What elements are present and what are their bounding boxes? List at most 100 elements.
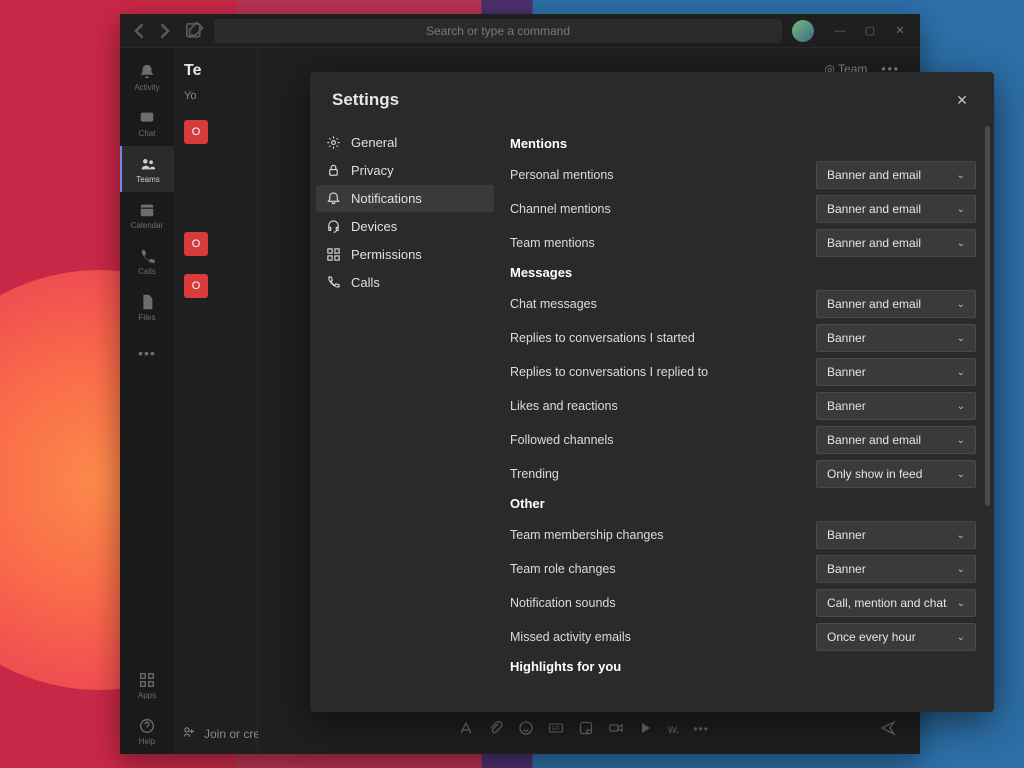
chevron-down-icon: ⌄	[957, 333, 965, 344]
team-list-panel: Te Yo O O O Join or create a team	[174, 48, 258, 754]
attach-icon[interactable]	[488, 720, 504, 739]
nav-calls[interactable]: Calls	[316, 269, 494, 296]
select-trending[interactable]: Only show in feed⌄	[816, 460, 976, 488]
rail-chat[interactable]: Chat	[120, 100, 174, 146]
chevron-down-icon: ⌄	[957, 564, 965, 575]
send-icon[interactable]	[880, 720, 896, 739]
window-close-button[interactable]: ✕	[886, 21, 914, 41]
select-membership-changes[interactable]: Banner⌄	[816, 521, 976, 549]
section-other-title: Other	[510, 496, 976, 511]
row-label: Chat messages	[510, 297, 597, 311]
select-role-changes[interactable]: Banner⌄	[816, 555, 976, 583]
rail-apps[interactable]: Apps	[120, 662, 174, 708]
format-icon[interactable]	[458, 720, 474, 739]
select-notification-sounds[interactable]: Call, mention and chat⌄	[816, 589, 976, 617]
lock-icon	[326, 163, 341, 178]
rail-calls[interactable]: Calls	[120, 238, 174, 284]
svg-text:GIF: GIF	[552, 726, 560, 732]
search-input[interactable]: Search or type a command	[214, 19, 782, 43]
select-team-mentions[interactable]: Banner and email⌄	[816, 229, 976, 257]
settings-content: Mentions Personal mentions Banner and em…	[500, 118, 994, 712]
row-role-changes: Team role changes Banner⌄	[510, 555, 976, 583]
row-label: Likes and reactions	[510, 399, 618, 413]
meet-icon[interactable]	[608, 720, 624, 739]
file-icon	[138, 293, 156, 311]
nav-back-button[interactable]	[130, 21, 150, 41]
select-missed-emails[interactable]: Once every hour⌄	[816, 623, 976, 651]
wiki-icon[interactable]: w.	[668, 722, 679, 736]
rail-label: Chat	[139, 129, 156, 138]
row-label: Personal mentions	[510, 168, 614, 182]
bell-icon	[138, 63, 156, 81]
team-chip[interactable]: O	[184, 232, 208, 256]
teams-window: Search or type a command — ▢ ✕ Activity …	[120, 14, 920, 754]
nav-forward-button[interactable]	[154, 21, 174, 41]
compose-icon[interactable]	[184, 21, 204, 41]
select-likes[interactable]: Banner⌄	[816, 392, 976, 420]
nav-general[interactable]: General	[316, 129, 494, 156]
section-messages-title: Messages	[510, 265, 976, 280]
row-team-mentions: Team mentions Banner and email⌄	[510, 229, 976, 257]
row-label: Team membership changes	[510, 528, 664, 542]
rail-label: Apps	[138, 691, 156, 700]
bell-icon	[326, 191, 341, 206]
row-label: Replies to conversations I replied to	[510, 365, 708, 379]
row-missed-emails: Missed activity emails Once every hour⌄	[510, 623, 976, 651]
nav-label: Notifications	[351, 191, 422, 206]
select-replies-replied[interactable]: Banner⌄	[816, 358, 976, 386]
search-placeholder: Search or type a command	[426, 24, 570, 38]
gif-icon[interactable]: GIF	[548, 720, 564, 739]
select-followed-channels[interactable]: Banner and email⌄	[816, 426, 976, 454]
chevron-down-icon: ⌄	[957, 598, 965, 609]
rail-help[interactable]: Help	[120, 708, 174, 754]
row-label: Channel mentions	[510, 202, 611, 216]
headset-icon	[326, 219, 341, 234]
row-followed-channels: Followed channels Banner and email⌄	[510, 426, 976, 454]
nav-permissions[interactable]: Permissions	[316, 241, 494, 268]
emoji-icon[interactable]	[518, 720, 534, 739]
calendar-icon	[138, 201, 156, 219]
select-channel-mentions[interactable]: Banner and email⌄	[816, 195, 976, 223]
stream-icon[interactable]	[638, 720, 654, 739]
chevron-down-icon: ⌄	[957, 170, 965, 181]
row-label: Trending	[510, 467, 559, 481]
row-label: Team mentions	[510, 236, 595, 250]
sticker-icon[interactable]	[578, 720, 594, 739]
rail-label: Teams	[136, 175, 160, 184]
join-team-icon[interactable]	[182, 725, 196, 742]
chevron-down-icon: ⌄	[957, 401, 965, 412]
section-highlights-title: Highlights for you	[510, 659, 976, 674]
apps-icon	[138, 671, 156, 689]
team-chip[interactable]: O	[184, 120, 208, 144]
scrollbar[interactable]	[984, 126, 990, 704]
team-chip[interactable]: O	[184, 274, 208, 298]
row-personal-mentions: Personal mentions Banner and email⌄	[510, 161, 976, 189]
chevron-down-icon: ⌄	[957, 469, 965, 480]
composer-more-icon[interactable]: •••	[693, 722, 709, 736]
phone-icon	[138, 247, 156, 265]
nav-notifications[interactable]: Notifications	[316, 185, 494, 212]
row-label: Missed activity emails	[510, 630, 631, 644]
select-replies-started[interactable]: Banner⌄	[816, 324, 976, 352]
dialog-title: Settings	[332, 90, 399, 110]
settings-dialog: Settings ✕ General Privacy Notification	[310, 72, 994, 712]
window-maximize-button[interactable]: ▢	[856, 21, 884, 41]
nav-privacy[interactable]: Privacy	[316, 157, 494, 184]
phone-icon	[326, 275, 341, 290]
row-channel-mentions: Channel mentions Banner and email⌄	[510, 195, 976, 223]
select-personal-mentions[interactable]: Banner and email⌄	[816, 161, 976, 189]
avatar[interactable]	[792, 20, 814, 42]
window-minimize-button[interactable]: —	[826, 21, 854, 41]
chevron-down-icon: ⌄	[957, 238, 965, 249]
nav-devices[interactable]: Devices	[316, 213, 494, 240]
teams-icon	[139, 155, 157, 173]
rail-calendar[interactable]: Calendar	[120, 192, 174, 238]
section-mentions-title: Mentions	[510, 136, 976, 151]
row-label: Notification sounds	[510, 596, 616, 610]
rail-more[interactable]: •••	[120, 330, 174, 376]
rail-teams[interactable]: Teams	[120, 146, 174, 192]
rail-files[interactable]: Files	[120, 284, 174, 330]
rail-activity[interactable]: Activity	[120, 54, 174, 100]
dialog-close-button[interactable]: ✕	[952, 90, 972, 110]
select-chat-messages[interactable]: Banner and email⌄	[816, 290, 976, 318]
